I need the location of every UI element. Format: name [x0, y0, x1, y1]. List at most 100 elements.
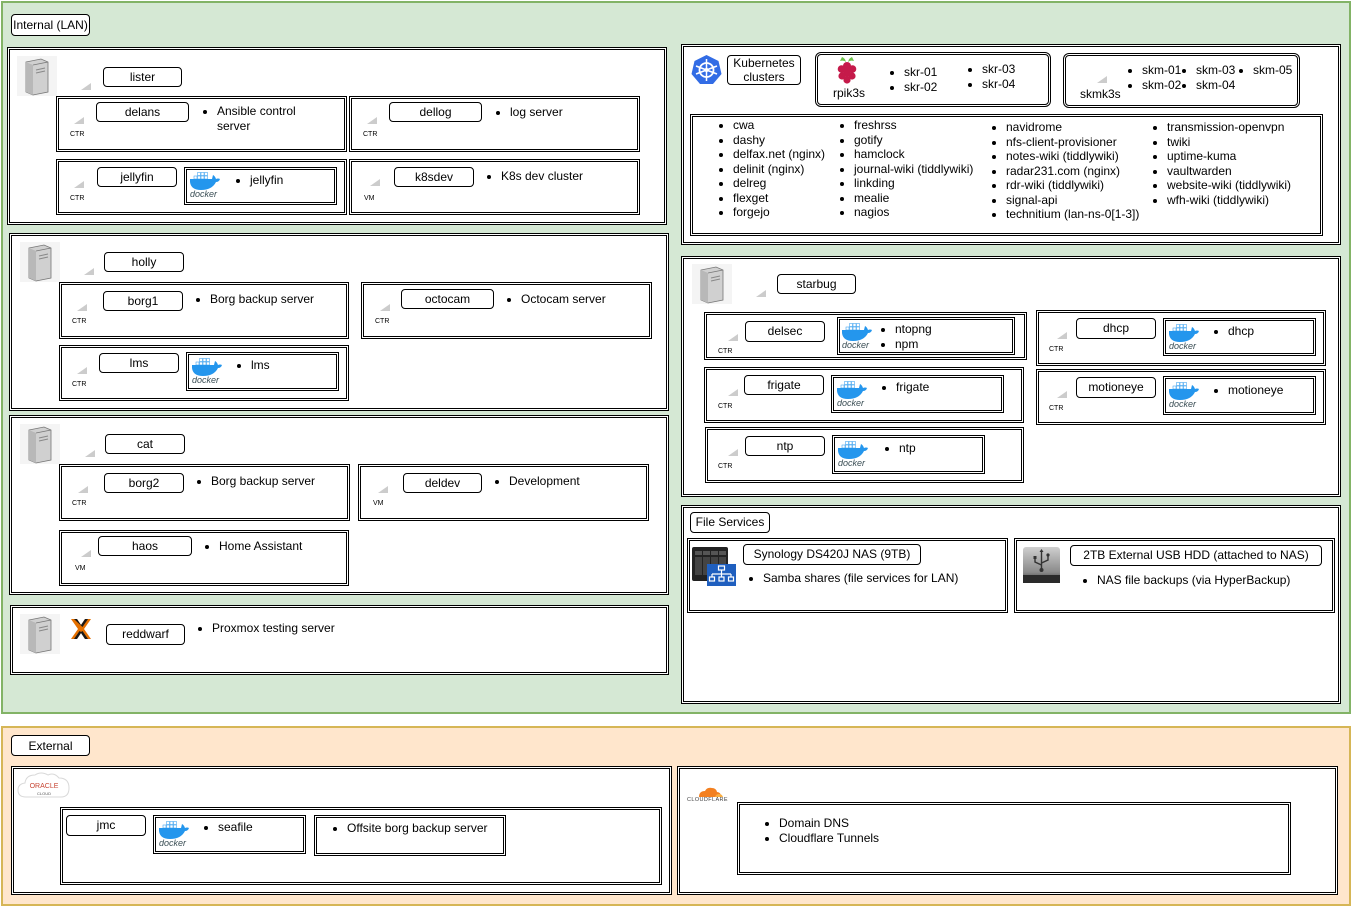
list-item: journal-wiki (tiddlywiki): [854, 162, 984, 177]
motioneye-docker-list: motioneye: [1213, 383, 1308, 398]
internal-lan-title: Internal (LAN): [11, 14, 90, 36]
vm-deldev: [358, 464, 649, 521]
oracle-logo-text: ORACLE: [29, 783, 59, 790]
container-name-lms: lms: [99, 353, 179, 373]
host-name-starbug: starbug: [777, 274, 856, 294]
list-item: Development: [509, 474, 634, 489]
container-name-borg2: borg2: [104, 473, 184, 493]
host-name-jmc: jmc: [66, 815, 146, 836]
docker-wordmark: docker: [842, 340, 870, 350]
list-item: Home Assistant: [219, 539, 344, 554]
list-item: delreg: [733, 176, 838, 191]
cloudflare-logo-text: CLOUDFLARE: [687, 797, 728, 803]
list-item: skr-03: [982, 62, 1037, 77]
ctr-tag: CTR: [375, 318, 390, 325]
delsec-docker-list: ntopng npm: [880, 322, 1000, 351]
docker-icon: docker: [157, 820, 191, 850]
nas-name: Synology DS420J NAS (9TB): [743, 544, 921, 565]
vm-marker: [81, 550, 91, 557]
list-item: radar231.com (nginx): [1006, 164, 1151, 179]
container-marker: [1057, 332, 1067, 339]
list-item: Proxmox testing server: [212, 621, 397, 636]
ctr-tag: CTR: [70, 195, 85, 202]
list-item: linkding: [854, 176, 984, 191]
deldev-list: Development: [494, 474, 634, 489]
container-name-motioneye: motioneye: [1076, 377, 1156, 398]
container-marker: [728, 449, 738, 456]
container-borg2: [59, 464, 350, 521]
container-name-frigate: frigate: [744, 375, 824, 395]
list-item: signal-api: [1006, 193, 1151, 208]
vm-name-k8sdev: k8sdev: [394, 167, 474, 187]
haos-list: Home Assistant: [204, 539, 344, 554]
octocam-list: Octocam server: [506, 292, 646, 307]
list-item: rdr-wiki (tiddlywiki): [1006, 178, 1151, 193]
list-item: dashy: [733, 133, 838, 148]
list-item: technitium (lan-ns-0[1-3]): [1006, 207, 1151, 222]
vm-tag: VM: [364, 195, 375, 202]
list-item: flexget: [733, 191, 838, 206]
container-marker: [728, 389, 738, 396]
ctr-tag: CTR: [718, 403, 733, 410]
k8s-apps-col3: navidrome nfs-client-provisioner notes-w…: [991, 120, 1151, 222]
cluster-marker: [1097, 76, 1107, 83]
container-marker: [77, 304, 87, 311]
list-item: skm-05: [1253, 63, 1298, 78]
usb-drive-icon: [1022, 546, 1061, 584]
vm-marker: [370, 179, 380, 186]
ctr-tag: CTR: [718, 348, 733, 355]
oracle-logo-subtext: CLOUD: [36, 791, 51, 796]
usb-hdd-list: NAS file backups (via HyperBackup): [1082, 573, 1322, 588]
rpik3s-nodes-col2: skr-03 skr-04: [967, 62, 1037, 91]
docker-wordmark: docker: [190, 189, 218, 199]
list-item: NAS file backups (via HyperBackup): [1097, 573, 1322, 588]
jmc-list: Offsite borg backup server: [332, 821, 502, 836]
list-item: twiki: [1167, 135, 1317, 150]
ctr-tag: CTR: [363, 131, 378, 138]
server-icon: [17, 56, 57, 96]
list-item: nfs-client-provisioner: [1006, 135, 1151, 150]
ctr-tag: CTR: [72, 500, 87, 507]
vm-name-deldev: deldev: [403, 473, 482, 493]
docker-icon: docker: [188, 171, 222, 201]
container-marker: [78, 486, 88, 493]
delans-list: Ansible control server: [202, 104, 332, 133]
usb-hdd-name: 2TB External USB HDD (attached to NAS): [1070, 545, 1322, 566]
list-item: nagios: [854, 205, 984, 220]
list-item: mealie: [854, 191, 984, 206]
container-marker: [367, 117, 377, 124]
list-item: wfh-wiki (tiddlywiki): [1167, 193, 1317, 208]
list-item: motioneye: [1228, 383, 1308, 398]
vm-tag: VM: [75, 565, 86, 572]
container-name-octocam: octocam: [401, 289, 494, 309]
container-name-dellog: dellog: [389, 102, 482, 122]
list-item: gotify: [854, 133, 984, 148]
list-item: skr-01: [904, 65, 959, 80]
docker-wordmark: docker: [159, 838, 187, 848]
container-borg1: [59, 282, 349, 339]
list-item: hamclock: [854, 147, 984, 162]
list-item: skr-02: [904, 80, 959, 95]
list-item: delfax.net (nginx): [733, 147, 838, 162]
docker-wordmark: docker: [192, 375, 220, 385]
list-item: npm: [895, 337, 1000, 352]
docker-wordmark: docker: [1169, 341, 1197, 351]
docker-icon: docker: [836, 440, 870, 470]
host-name-reddwarf: reddwarf: [106, 624, 185, 645]
k8s-apps-col1: cwa dashy delfax.net (nginx) delinit (ng…: [718, 118, 838, 220]
kubernetes-title: Kubernetes clusters: [727, 55, 801, 85]
server-icon: [20, 242, 60, 282]
k8sdev-list: K8s dev cluster: [486, 169, 626, 184]
dhcp-docker-list: dhcp: [1213, 324, 1308, 339]
list-item: log server: [510, 105, 625, 120]
nas-icon: [691, 545, 737, 587]
list-item: skr-04: [982, 77, 1037, 92]
server-icon: [692, 264, 732, 304]
docker-icon: docker: [1167, 323, 1201, 353]
vm-marker: [378, 486, 388, 493]
list-item: dhcp: [1228, 324, 1308, 339]
docker-wordmark: docker: [837, 398, 865, 408]
container-marker: [74, 117, 84, 124]
list-item: transmission-openvpn: [1167, 120, 1317, 135]
skmk3s-nodes-col3: skm-05: [1238, 63, 1298, 78]
